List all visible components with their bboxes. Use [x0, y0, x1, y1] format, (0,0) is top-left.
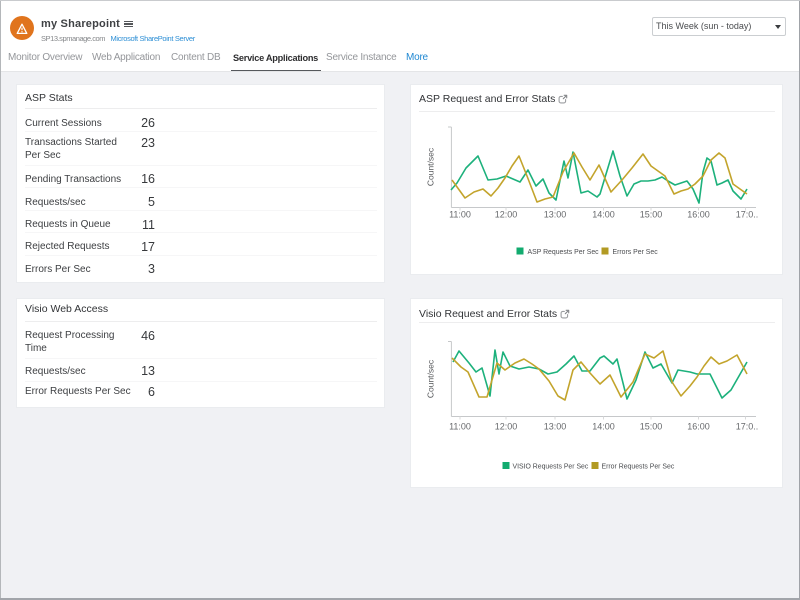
svg-text:15:00: 15:00	[640, 210, 663, 220]
svg-text:11:00: 11:00	[449, 422, 471, 432]
svg-text:12:00: 12:00	[495, 210, 518, 220]
svg-text:14:00: 14:00	[592, 210, 615, 220]
svg-text:VISIO Requests Per Sec: VISIO Requests Per Sec	[513, 464, 589, 471]
svg-text:12:00: 12:00	[495, 422, 518, 432]
svg-text:17:0..: 17:0..	[736, 422, 759, 432]
svg-text:16:00: 16:00	[687, 422, 710, 432]
svg-text:16:00: 16:00	[687, 210, 710, 220]
svg-text:Count/sec: Count/sec	[426, 147, 436, 186]
svg-text:11:00: 11:00	[449, 210, 471, 220]
svg-text:17:0..: 17:0..	[736, 210, 759, 220]
svg-text:Errors Per Sec: Errors Per Sec	[613, 249, 659, 256]
svg-text:Error Requests Per Sec: Error Requests Per Sec	[602, 464, 675, 471]
svg-text:13:00: 13:00	[544, 422, 567, 432]
svg-text:ASP Requests Per Sec: ASP Requests Per Sec	[528, 249, 600, 256]
svg-text:13:00: 13:00	[544, 210, 567, 220]
svg-text:14:00: 14:00	[592, 422, 615, 432]
svg-text:Count/sec: Count/sec	[426, 359, 436, 398]
svg-text:15:00: 15:00	[640, 422, 663, 432]
